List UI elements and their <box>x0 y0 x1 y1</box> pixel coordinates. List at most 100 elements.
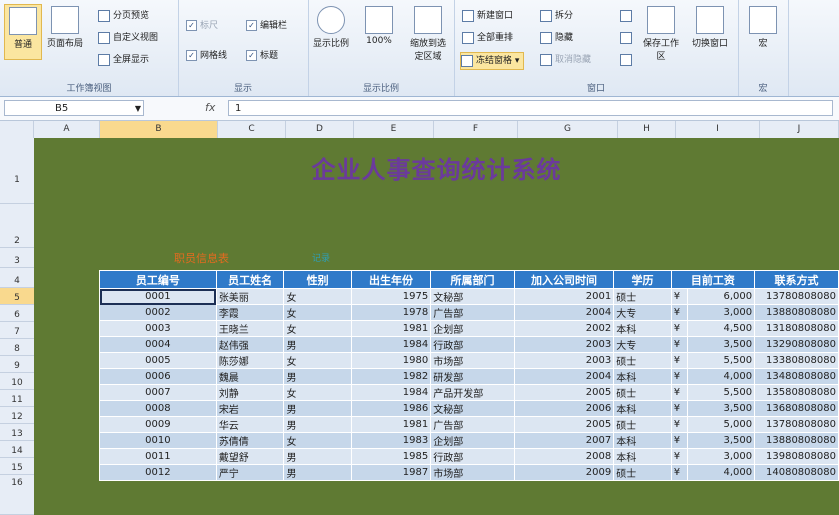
table-cell[interactable]: 男 <box>283 464 352 481</box>
table-cell[interactable]: 魏晨 <box>215 368 285 385</box>
table-cell[interactable]: 2007 <box>513 432 615 449</box>
currency-symbol[interactable]: ¥ <box>670 400 688 417</box>
row-header[interactable]: 2 <box>0 204 34 248</box>
table-cell[interactable]: 0011 <box>99 448 217 465</box>
header-cell[interactable]: 目前工资 <box>670 270 756 289</box>
table-cell[interactable]: 13980808080 <box>754 448 839 465</box>
table-cell[interactable]: 4,500 <box>686 320 756 337</box>
table-cell[interactable]: 0004 <box>99 336 217 353</box>
chevron-down-icon[interactable]: ▼ <box>135 101 141 117</box>
table-cell[interactable]: 1978 <box>350 304 432 321</box>
row-header[interactable]: 13 <box>0 424 34 441</box>
sync-scroll-icon[interactable] <box>620 30 635 46</box>
table-cell[interactable]: 硕士 <box>613 352 672 369</box>
table-cell[interactable]: 3,000 <box>686 448 756 465</box>
table-cell[interactable]: 本科 <box>613 400 672 417</box>
table-cell[interactable]: 13880808080 <box>754 432 839 449</box>
table-cell[interactable]: 李霞 <box>215 304 285 321</box>
column-header[interactable]: H <box>618 121 676 138</box>
currency-symbol[interactable]: ¥ <box>670 304 688 321</box>
table-cell[interactable]: 行政部 <box>430 448 515 465</box>
table-cell[interactable]: 本科 <box>613 432 672 449</box>
table-cell[interactable]: 13580808080 <box>754 384 839 401</box>
row-header[interactable]: 14 <box>0 441 34 458</box>
column-header[interactable]: E <box>354 121 434 138</box>
table-cell[interactable]: 0001 <box>99 288 217 305</box>
table-cell[interactable]: 1980 <box>350 352 432 369</box>
table-cell[interactable]: 行政部 <box>430 336 515 353</box>
table-cell[interactable]: 2008 <box>513 448 615 465</box>
table-cell[interactable]: 13780808080 <box>754 416 839 433</box>
table-cell[interactable]: 13780808080 <box>754 288 839 305</box>
table-cell[interactable]: 2004 <box>513 368 615 385</box>
table-cell[interactable]: 企划部 <box>430 320 515 337</box>
table-cell[interactable]: 1984 <box>350 336 432 353</box>
currency-symbol[interactable]: ¥ <box>670 448 688 465</box>
table-cell[interactable]: 文秘部 <box>430 400 515 417</box>
table-cell[interactable]: 2001 <box>513 288 615 305</box>
table-cell[interactable]: 1983 <box>350 432 432 449</box>
select-all-corner[interactable] <box>0 121 34 138</box>
table-cell[interactable]: 5,500 <box>686 384 756 401</box>
table-cell[interactable]: 本科 <box>613 368 672 385</box>
table-cell[interactable]: 研发部 <box>430 368 515 385</box>
table-cell[interactable]: 3,500 <box>686 400 756 417</box>
table-cell[interactable]: 女 <box>283 320 352 337</box>
table-cell[interactable]: 5,500 <box>686 352 756 369</box>
column-header[interactable]: B <box>100 121 218 138</box>
freeze-panes-button[interactable]: 冻结窗格 ▾ <box>460 52 525 70</box>
row-header[interactable]: 4 <box>0 268 34 288</box>
table-cell[interactable]: 女 <box>283 288 352 305</box>
table-cell[interactable]: 严宁 <box>215 464 285 481</box>
page-break-preview-button[interactable]: 分页预览 <box>98 8 149 24</box>
row-header[interactable]: 5 <box>0 288 34 305</box>
row-header[interactable]: 6 <box>0 305 34 322</box>
table-cell[interactable]: 男 <box>283 400 352 417</box>
currency-symbol[interactable]: ¥ <box>670 352 688 369</box>
table-cell[interactable]: 张美丽 <box>215 288 285 305</box>
table-cell[interactable]: 3,500 <box>686 336 756 353</box>
column-header[interactable]: J <box>760 121 839 138</box>
table-cell[interactable]: 1985 <box>350 448 432 465</box>
switch-windows-button[interactable]: 切换窗口 <box>686 4 734 60</box>
header-cell[interactable]: 加入公司时间 <box>513 270 615 289</box>
table-cell[interactable]: 3,000 <box>686 304 756 321</box>
table-cell[interactable]: 2005 <box>513 416 615 433</box>
table-cell[interactable]: 文秘部 <box>430 288 515 305</box>
table-cell[interactable]: 1982 <box>350 368 432 385</box>
table-cell[interactable]: 5,000 <box>686 416 756 433</box>
currency-symbol[interactable]: ¥ <box>670 384 688 401</box>
macros-button[interactable]: 宏 <box>744 4 782 60</box>
row-header[interactable]: 10 <box>0 373 34 390</box>
table-cell[interactable]: 2002 <box>513 320 615 337</box>
table-cell[interactable]: 0012 <box>99 464 217 481</box>
zoom-button[interactable]: 显示比例 <box>312 4 350 60</box>
table-cell[interactable]: 女 <box>283 384 352 401</box>
table-cell[interactable]: 0006 <box>99 368 217 385</box>
table-cell[interactable]: 戴望舒 <box>215 448 285 465</box>
table-cell[interactable]: 2003 <box>513 336 615 353</box>
table-cell[interactable]: 14080808080 <box>754 464 839 481</box>
table-cell[interactable]: 男 <box>283 368 352 385</box>
table-cell[interactable]: 苏倩倩 <box>215 432 285 449</box>
table-cell[interactable]: 0010 <box>99 432 217 449</box>
formula-bar-checkbox[interactable]: ✓ 编辑栏 <box>246 18 287 31</box>
table-cell[interactable]: 广告部 <box>430 304 515 321</box>
table-cell[interactable]: 4,000 <box>686 464 756 481</box>
ruler-checkbox[interactable]: ✓ 标尺 <box>186 18 218 31</box>
table-cell[interactable]: 1981 <box>350 320 432 337</box>
column-header[interactable]: A <box>34 121 100 138</box>
custom-views-button[interactable]: 自定义视图 <box>98 30 158 46</box>
unhide-button[interactable]: 取消隐藏 <box>540 52 591 68</box>
currency-symbol[interactable]: ¥ <box>670 336 688 353</box>
headings-checkbox[interactable]: ✓ 标题 <box>246 48 278 61</box>
column-header[interactable]: I <box>676 121 760 138</box>
table-cell[interactable]: 0003 <box>99 320 217 337</box>
view-side-by-side-icon[interactable] <box>620 8 635 24</box>
column-header[interactable]: C <box>218 121 286 138</box>
save-workspace-button[interactable]: 保存工作区 <box>642 4 680 62</box>
normal-view-button[interactable]: 普通 <box>4 4 42 60</box>
table-cell[interactable]: 13880808080 <box>754 304 839 321</box>
row-header[interactable]: 9 <box>0 356 34 373</box>
currency-symbol[interactable]: ¥ <box>670 416 688 433</box>
